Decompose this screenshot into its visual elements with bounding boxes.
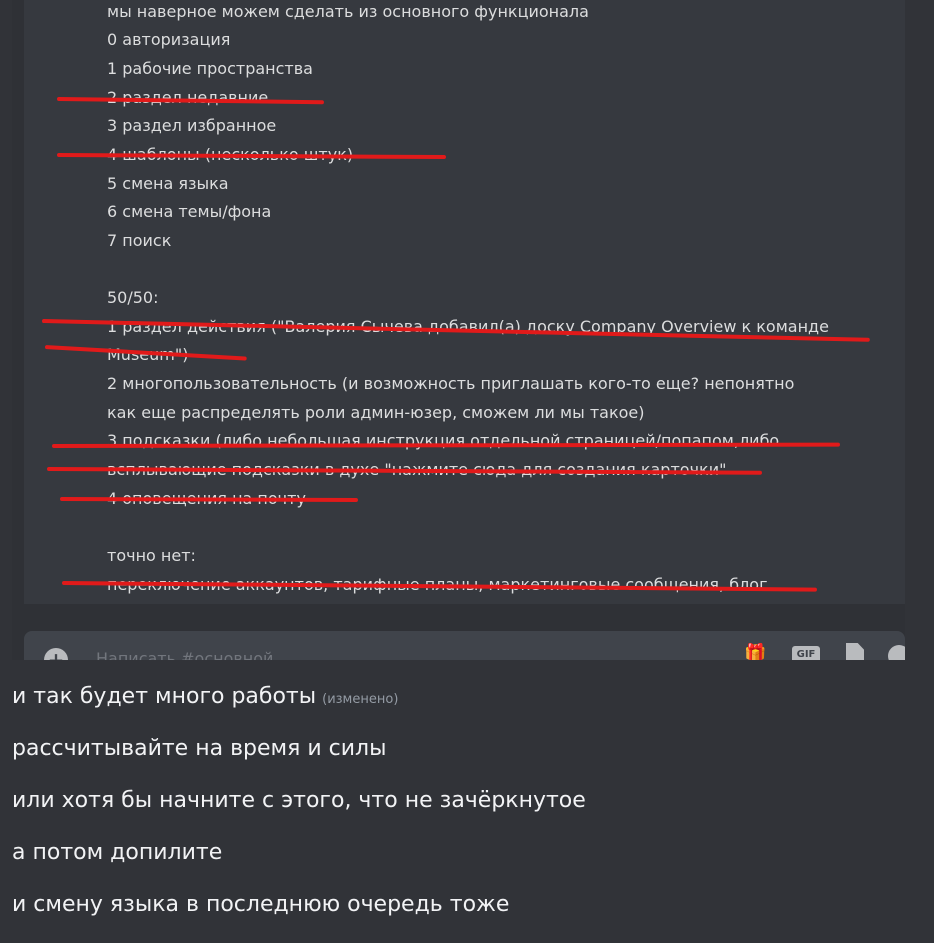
screenshot-line: 1 рабочие пространства bbox=[107, 59, 313, 78]
plus-icon: + bbox=[44, 648, 68, 660]
screenshot-line: 3 подсказки (либо небольшая инструкция о… bbox=[107, 431, 780, 450]
screenshot-line: 7 поиск bbox=[107, 231, 172, 250]
chat-message: а потом допилите bbox=[12, 840, 223, 865]
chat-message: или хотя бы начните с этого, что не зачё… bbox=[12, 788, 586, 813]
screenshot-line: 6 смена темы/фона bbox=[107, 202, 272, 221]
screenshot-composer: + Написать #основной 🎁 GIF bbox=[24, 631, 905, 660]
gif-icon: GIF bbox=[792, 646, 820, 660]
screenshot-line: точно нет: bbox=[107, 546, 196, 565]
screenshot-line: 2 многопользовательность (и возможность … bbox=[107, 374, 795, 393]
screenshot-line: 0 авторизация bbox=[107, 30, 231, 49]
file-icon bbox=[846, 643, 864, 660]
gift-icon: 🎁 bbox=[744, 643, 767, 660]
screenshot-line: мы наверное можем сделать из основного ф… bbox=[107, 2, 589, 21]
chat-message: рассчитывайте на время и силы bbox=[12, 736, 387, 761]
screenshot-line: как еще распределять роли админ-юзер, см… bbox=[107, 403, 645, 422]
chat-message: и смену языка в последнюю очередь тоже bbox=[12, 892, 510, 917]
screenshot-message-area: мы наверное можем сделать из основного ф… bbox=[24, 0, 905, 604]
screenshot-line: 50/50: bbox=[107, 288, 159, 307]
composer-placeholder: Написать #основной bbox=[96, 649, 274, 660]
chat-message: и так будет много работы (изменено) bbox=[12, 684, 398, 709]
screenshot-line: 5 смена языка bbox=[107, 174, 229, 193]
emoji-icon bbox=[888, 645, 905, 660]
edited-label: (изменено) bbox=[322, 692, 399, 707]
message-text: и так будет много работы bbox=[12, 684, 317, 709]
screenshot-line: 3 раздел избранное bbox=[107, 116, 277, 135]
